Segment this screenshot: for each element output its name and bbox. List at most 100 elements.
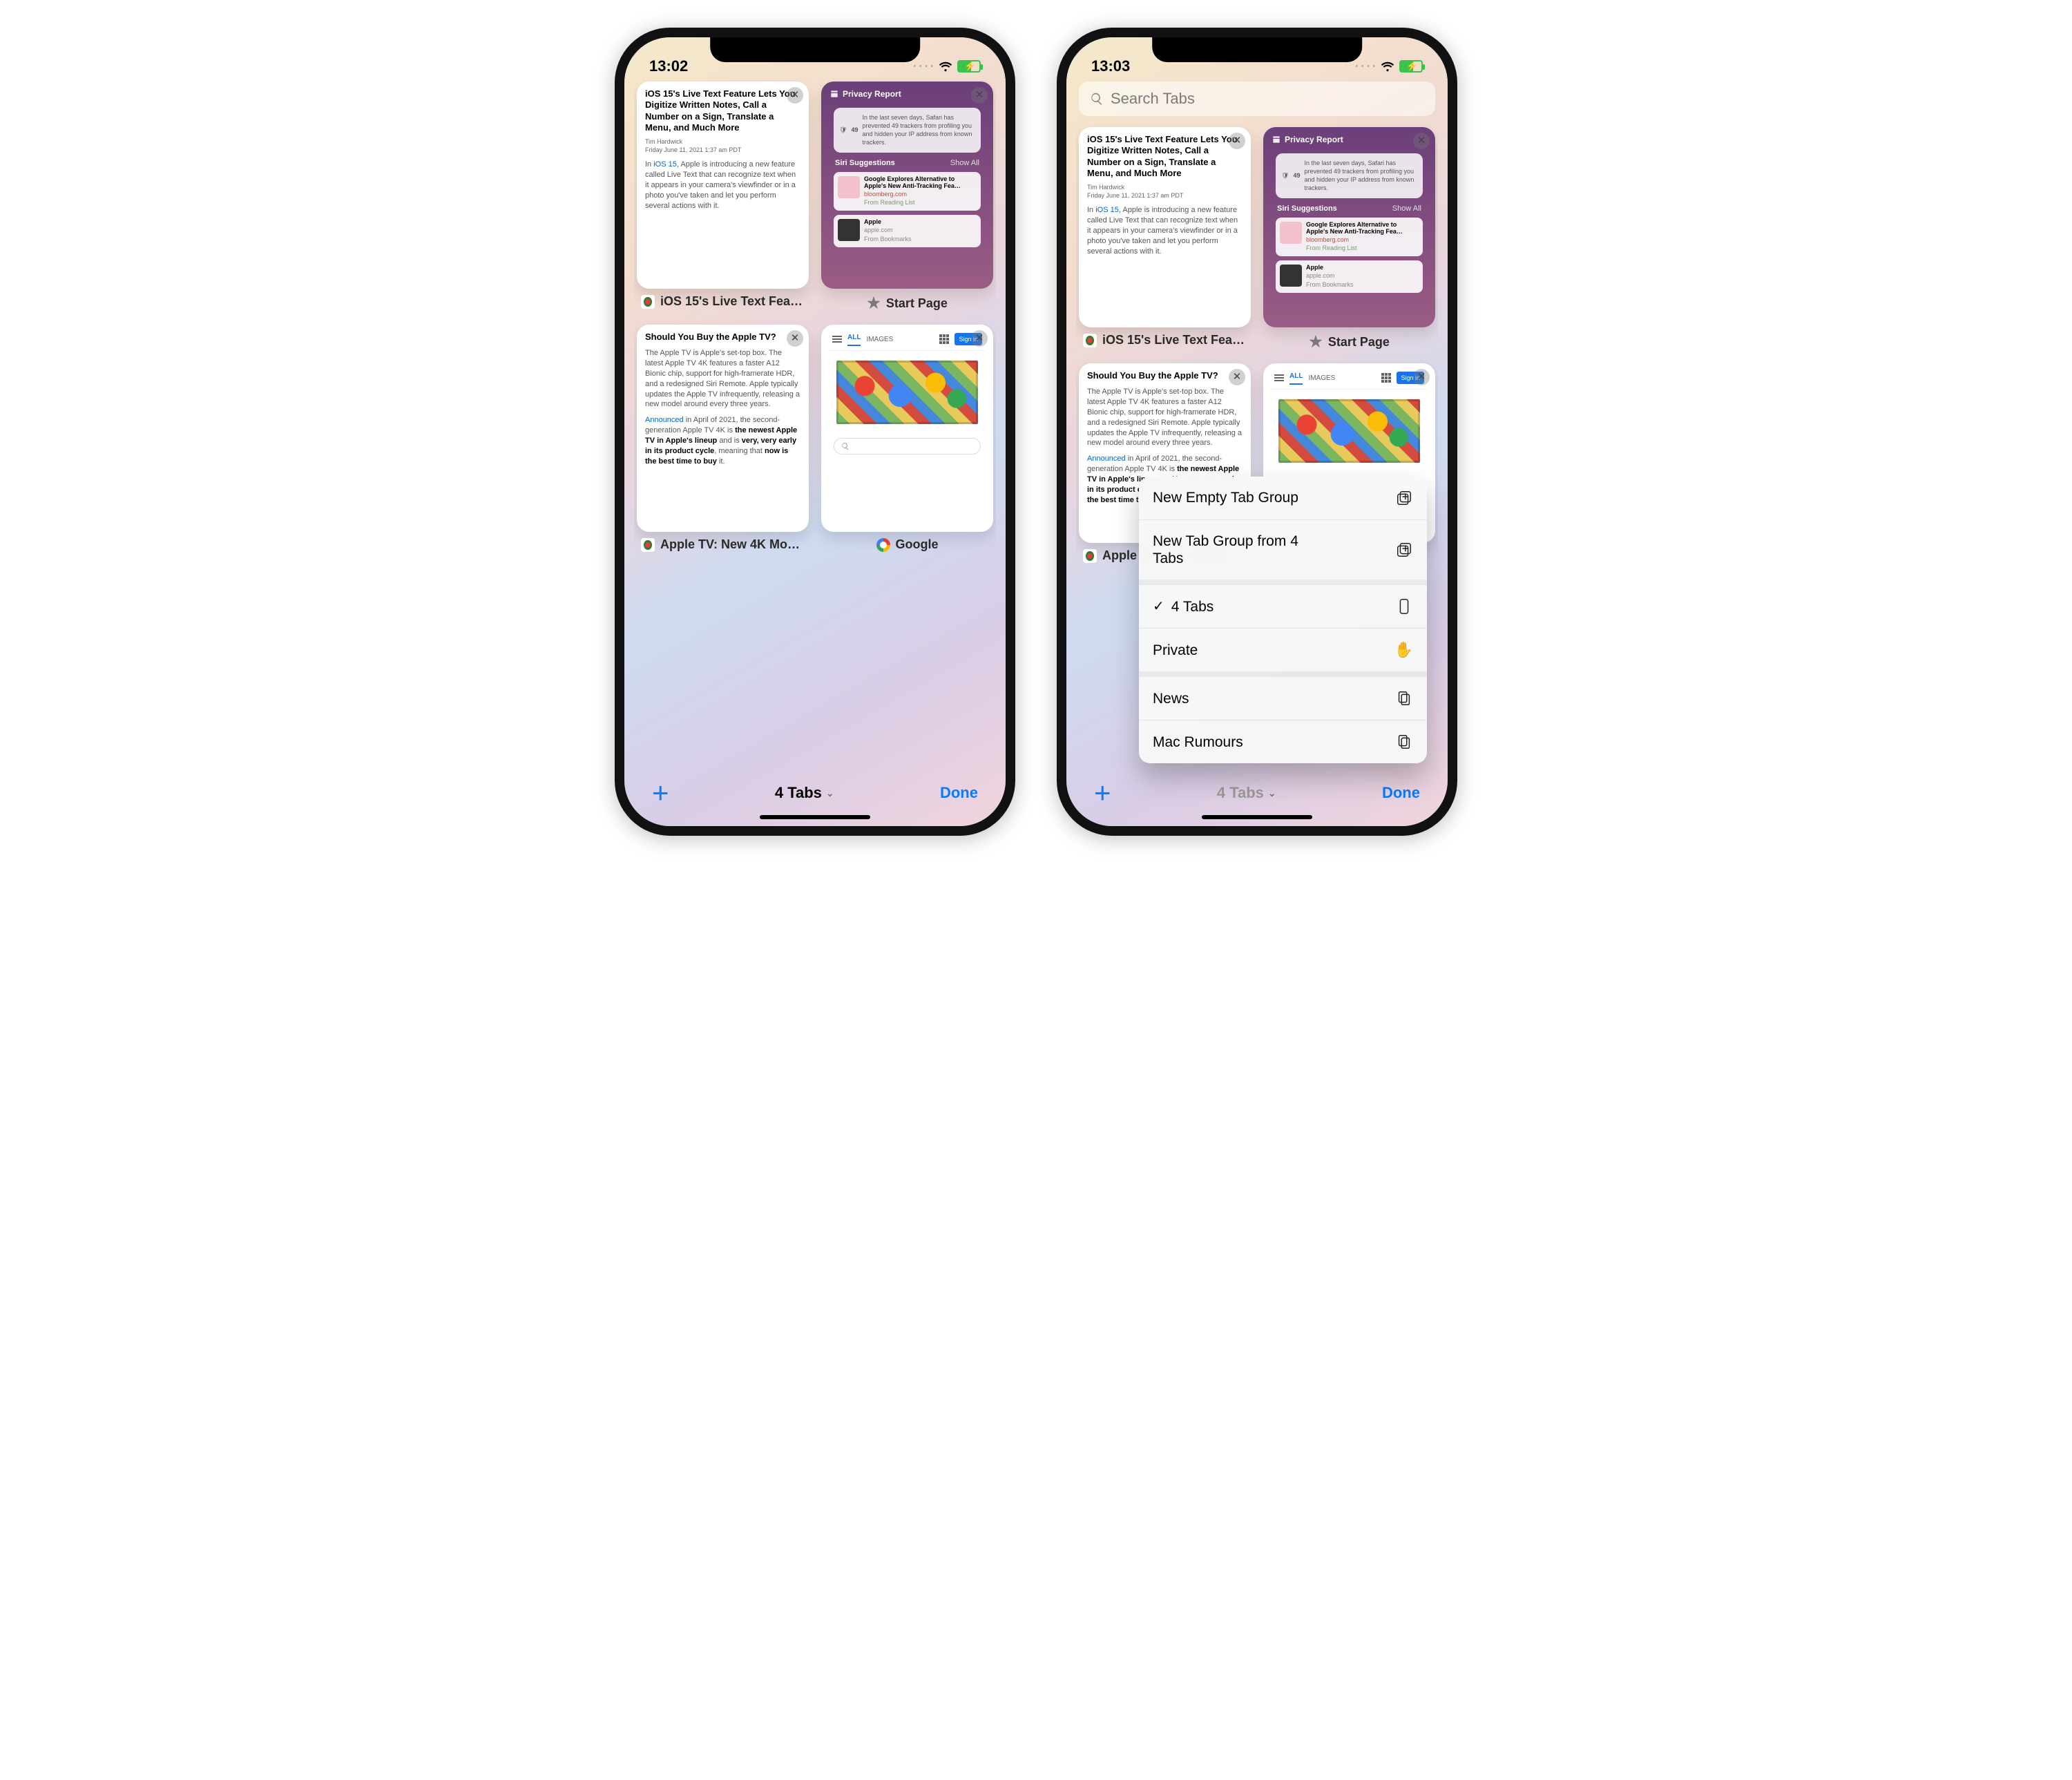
tab-group-menu[interactable]: New Empty Tab Group New Tab Group from 4…	[1139, 477, 1427, 763]
siri-suggestion-item: Apple apple.com From Bookmarks	[834, 215, 981, 247]
wifi-icon	[938, 59, 953, 74]
menu-item-mac-rumours[interactable]: Mac Rumours	[1139, 720, 1427, 763]
tab-thumbnail-google[interactable]: ✕ ALL IMAGES Sign in	[821, 325, 993, 532]
search-tabs-field[interactable]: Search Tabs	[1079, 82, 1435, 116]
article-date: Friday June 11, 2021 1:37 am PDT	[645, 146, 800, 154]
close-tab-button[interactable]: ✕	[787, 330, 803, 347]
hand-icon: ✋	[1394, 641, 1413, 659]
apps-grid-icon	[1381, 373, 1391, 383]
star-icon: ★	[1309, 333, 1323, 351]
search-placeholder: Search Tabs	[1111, 90, 1195, 108]
status-right: • • • • ⚡	[914, 59, 981, 74]
close-tab-button[interactable]: ✕	[971, 330, 988, 347]
privacy-report-header: Privacy Report	[1272, 134, 1343, 145]
hamburger-icon	[832, 336, 842, 343]
battery-icon: ⚡	[957, 60, 981, 73]
phone-right: 13:03 • • • • ⚡ Search Tabs ✕ iOS 15's L…	[1057, 28, 1457, 836]
tab-group-selector[interactable]: 4 Tabs ⌄	[1217, 784, 1276, 802]
tab-thumbnail[interactable]: ✕ Should You Buy the Apple TV? The Apple…	[637, 325, 809, 532]
tab-thumbnail[interactable]: ✕ iOS 15's Live Text Feature Lets You Di…	[637, 82, 809, 289]
siri-suggestion-item: Apple apple.com From Bookmarks	[1276, 260, 1423, 292]
close-tab-button[interactable]: ✕	[1229, 369, 1245, 385]
apps-grid-icon	[939, 334, 949, 344]
article-body: The Apple TV is Apple's set-top box. The…	[1087, 387, 1243, 448]
tab-label: iOS 15's Live Text Fea…	[637, 294, 809, 309]
suggestion-thumb-icon	[838, 176, 860, 198]
tab-thumbnail-startpage[interactable]: ✕ Privacy Report 🛡 49 In the last seven …	[1263, 127, 1435, 327]
article-date: Friday June 11, 2021 1:37 am PDT	[1087, 191, 1243, 200]
article-body: In iOS 15, Apple is introducing a new fe…	[645, 160, 800, 211]
battery-icon: ⚡	[1399, 60, 1423, 73]
checkmark-icon: ✓	[1153, 598, 1164, 615]
tab-label: iOS 15's Live Text Fea…	[1079, 333, 1251, 347]
siri-suggestions-header: Siri Suggestions Show All	[1272, 204, 1427, 214]
phone-left: 13:02 • • • • ⚡ ✕ iOS 15's Live Text Fea…	[615, 28, 1015, 836]
article-author: Tim Hardwick	[645, 137, 800, 146]
copy-icon	[1395, 733, 1413, 751]
wifi-icon	[1380, 59, 1395, 74]
favicon-macrumors-icon	[1083, 334, 1097, 347]
tab-thumbnail-startpage[interactable]: ✕ Privacy Report 🛡 49 In the last seven …	[821, 82, 993, 289]
apple-logo-icon	[1280, 265, 1302, 287]
siri-suggestions-header: Siri Suggestions Show All	[829, 158, 985, 169]
status-time: 13:02	[649, 57, 688, 75]
search-icon	[841, 442, 850, 450]
tab-card[interactable]: ✕ Should You Buy the Apple TV? The Apple…	[637, 325, 809, 552]
phone-icon	[1395, 597, 1413, 615]
new-tab-button[interactable]: +	[652, 776, 669, 810]
menu-item-new-group-from-tabs[interactable]: New Tab Group from 4 Tabs	[1139, 519, 1427, 580]
article-body: The Apple TV is Apple's set-top box. The…	[645, 348, 800, 410]
menu-item-news[interactable]: News	[1139, 671, 1427, 720]
close-tab-button[interactable]: ✕	[1413, 133, 1430, 149]
notch	[710, 37, 920, 62]
favicon-macrumors-icon	[641, 538, 655, 552]
article-title: iOS 15's Live Text Feature Lets You Digi…	[645, 88, 800, 133]
home-indicator[interactable]	[760, 815, 870, 819]
apple-logo-icon	[838, 219, 860, 241]
favicon-macrumors-icon	[1083, 549, 1097, 563]
close-tab-button[interactable]: ✕	[1229, 133, 1245, 149]
chevron-down-icon: ⌄	[1268, 787, 1276, 799]
done-button[interactable]: Done	[1382, 784, 1420, 802]
menu-item-new-empty-group[interactable]: New Empty Tab Group	[1139, 477, 1427, 519]
article-body: In iOS 15, Apple is introducing a new fe…	[1087, 205, 1243, 256]
tab-grid[interactable]: ✕ iOS 15's Live Text Feature Lets You Di…	[634, 77, 996, 760]
menu-item-4-tabs[interactable]: ✓4 Tabs	[1139, 580, 1427, 628]
done-button[interactable]: Done	[940, 784, 978, 802]
favicon-google-icon	[876, 538, 890, 552]
status-right: • • • • ⚡	[1356, 59, 1423, 74]
siri-suggestion-item: Google Explores Alternative to Apple's N…	[834, 172, 981, 211]
favicon-macrumors-icon	[641, 295, 655, 309]
close-tab-button[interactable]: ✕	[1413, 369, 1430, 385]
article-title: Should You Buy the Apple TV?	[1087, 370, 1243, 381]
hamburger-icon	[1274, 374, 1284, 381]
google-topbar: ALL IMAGES Sign in	[829, 332, 985, 351]
close-tab-button[interactable]: ✕	[971, 87, 988, 104]
article-body: Announced in April of 2021, the second-g…	[645, 415, 800, 466]
status-time: 13:03	[1091, 57, 1130, 75]
new-tab-button[interactable]: +	[1094, 776, 1111, 810]
tab-card[interactable]: ✕ iOS 15's Live Text Feature Lets You Di…	[637, 82, 809, 312]
google-topbar: ALL IMAGES Sign in	[1272, 370, 1427, 390]
tab-card[interactable]: ✕ Privacy Report 🛡 49 In the last seven …	[1263, 127, 1435, 351]
tab-card[interactable]: ✕ ALL IMAGES Sign in Google	[821, 325, 993, 552]
tab-group-selector[interactable]: 4 Tabs ⌄	[775, 784, 834, 802]
privacy-report-header: Privacy Report	[829, 88, 901, 99]
signal-dots-icon: • • • •	[914, 63, 934, 70]
siri-suggestion-item: Google Explores Alternative to Apple's N…	[1276, 218, 1423, 256]
google-search-field	[834, 438, 981, 454]
tab-card[interactable]: ✕ iOS 15's Live Text Feature Lets You Di…	[1079, 127, 1251, 351]
tab-label: ★ Start Page	[1263, 333, 1435, 351]
chevron-down-icon: ⌄	[826, 787, 834, 799]
screen: 13:03 • • • • ⚡ Search Tabs ✕ iOS 15's L…	[1066, 37, 1448, 826]
shield-icon: 🛡	[839, 126, 847, 134]
menu-item-private[interactable]: Private ✋	[1139, 628, 1427, 671]
close-tab-button[interactable]: ✕	[787, 87, 803, 104]
home-indicator[interactable]	[1202, 815, 1312, 819]
article-title: iOS 15's Live Text Feature Lets You Digi…	[1087, 134, 1243, 179]
privacy-report-card: 🛡 49 In the last seven days, Safari has …	[834, 108, 981, 153]
tab-thumbnail[interactable]: ✕ iOS 15's Live Text Feature Lets You Di…	[1079, 127, 1251, 327]
article-title: Should You Buy the Apple TV?	[645, 332, 800, 343]
tab-card[interactable]: ✕ Privacy Report 🛡 49 In the last seven …	[821, 82, 993, 312]
star-icon: ★	[867, 294, 881, 312]
